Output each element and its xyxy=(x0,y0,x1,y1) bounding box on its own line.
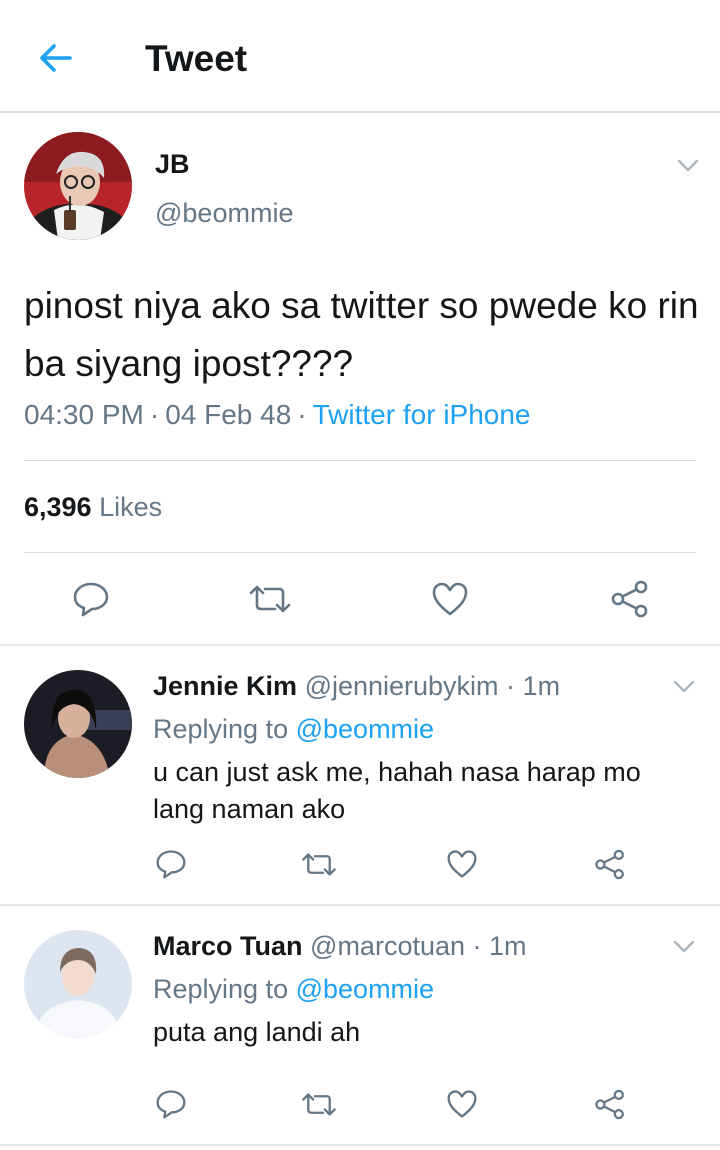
author-handle[interactable]: @beommie xyxy=(155,197,293,229)
heart-icon[interactable] xyxy=(446,1089,478,1119)
reply-time: 1m xyxy=(489,931,527,961)
likes-count[interactable]: 6,396 Likes xyxy=(24,491,162,523)
retweet-icon[interactable] xyxy=(300,1091,338,1118)
tweet-source[interactable]: Twitter for iPhone xyxy=(313,399,531,430)
share-icon[interactable] xyxy=(610,580,650,618)
heart-icon[interactable] xyxy=(431,581,469,617)
divider xyxy=(0,1144,720,1146)
reply-author-handle[interactable]: @jennierubykim xyxy=(305,671,499,701)
top-bar: Tweet xyxy=(0,0,720,113)
tweet-meta: 04:30 PM · 04 Feb 48 · Twitter for iPhone xyxy=(24,399,531,430)
reply-text: puta ang landi ah xyxy=(153,1017,361,1047)
heart-icon[interactable] xyxy=(446,849,478,879)
reply-item[interactable]: Marco Tuan @marcotuan · 1m Replying to @… xyxy=(0,906,720,1146)
mention-link[interactable]: @beommie xyxy=(296,974,434,1004)
reply-header: Jennie Kim @jennierubykim · 1m xyxy=(153,671,561,701)
likes-number: 6,396 xyxy=(24,492,92,522)
tweet-date: 04 Feb 48 xyxy=(165,399,292,430)
share-icon[interactable] xyxy=(594,1089,626,1120)
retweet-icon[interactable] xyxy=(247,583,293,615)
reply-icon[interactable] xyxy=(155,1089,187,1119)
tweet-time: 04:30 PM xyxy=(24,399,144,430)
replying-to: Replying to @beommie xyxy=(153,713,434,745)
retweet-icon[interactable] xyxy=(300,851,338,878)
avatar[interactable] xyxy=(24,670,132,778)
reply-item[interactable]: Jennie Kim @jennierubykim · 1m Replying … xyxy=(0,646,720,906)
reply-author-name[interactable]: Jennie Kim xyxy=(153,671,297,701)
likes-label: Likes xyxy=(99,492,163,522)
avatar[interactable] xyxy=(24,132,132,240)
replying-label: Replying to xyxy=(153,714,289,744)
page-title: Tweet xyxy=(145,38,248,79)
reply-text: u can just ask me, hahah nasa harap mo l… xyxy=(153,757,641,824)
reply-header: Marco Tuan @marcotuan · 1m xyxy=(153,931,527,961)
replying-label: Replying to xyxy=(153,974,289,1004)
divider xyxy=(24,460,696,461)
chevron-down-icon[interactable] xyxy=(672,939,696,955)
mention-link[interactable]: @beommie xyxy=(296,714,434,744)
reply-icon[interactable] xyxy=(155,849,187,879)
author-name[interactable]: JB xyxy=(155,148,190,180)
arrow-left-icon[interactable] xyxy=(36,38,76,78)
replying-to: Replying to @beommie xyxy=(153,973,434,1005)
reply-author-name[interactable]: Marco Tuan xyxy=(153,931,303,961)
avatar[interactable] xyxy=(24,930,132,1038)
main-tweet: JB @beommie pinost niya ako sa twitter s… xyxy=(0,115,720,646)
reply-icon[interactable] xyxy=(72,581,110,617)
reply-time: 1m xyxy=(522,671,561,701)
tweet-text: pinost niya ako sa twitter so pwede ko r… xyxy=(24,285,699,384)
chevron-down-icon[interactable] xyxy=(672,679,696,695)
chevron-down-icon[interactable] xyxy=(676,158,700,174)
reply-author-handle[interactable]: @marcotuan xyxy=(310,931,465,961)
divider xyxy=(24,552,696,553)
share-icon[interactable] xyxy=(594,849,626,880)
